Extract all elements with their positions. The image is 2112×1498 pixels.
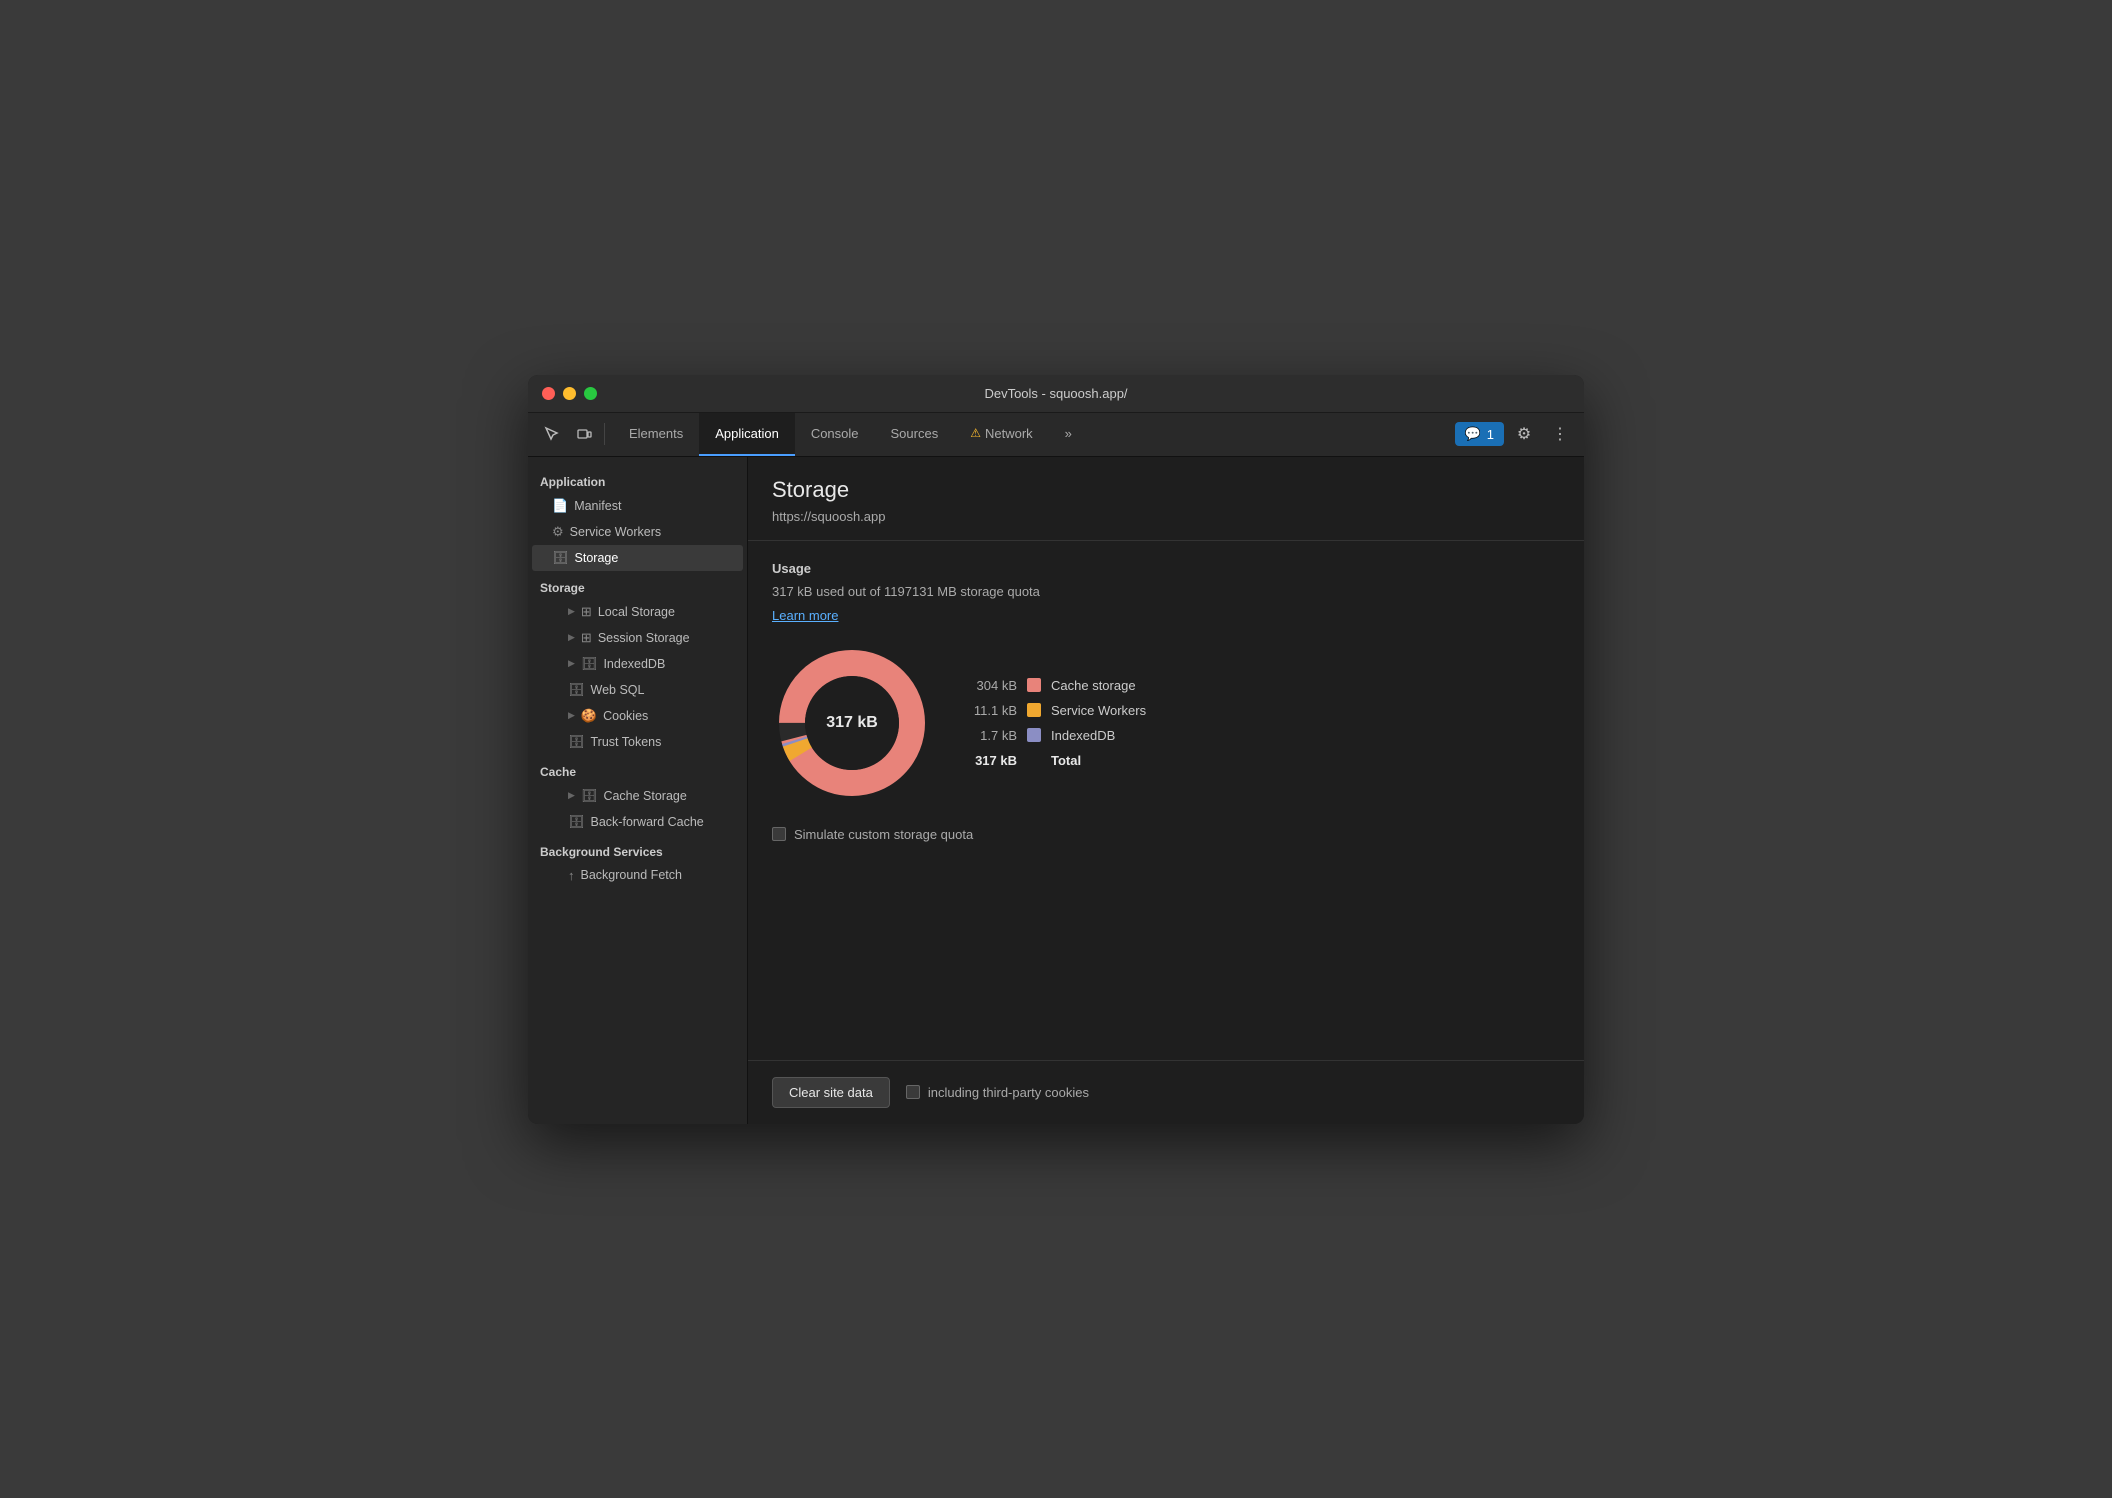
maximize-button[interactable] [584, 387, 597, 400]
simulate-label: Simulate custom storage quota [794, 827, 973, 842]
close-button[interactable] [542, 387, 555, 400]
sidebar-item-cookies[interactable]: ▶ 🍪 Cookies [532, 703, 743, 729]
sidebar-item-backforward-cache[interactable]: 🗄 Back-forward Cache [532, 809, 743, 835]
sidebar-item-storage[interactable]: 🗄 Storage [532, 545, 743, 571]
cache-storage-icon: 🗄 [581, 788, 598, 804]
sidebar: Application 📄 Manifest ⚙ Service Workers… [528, 457, 748, 1124]
cookies-icon: 🍪 [581, 708, 597, 724]
sidebar-item-manifest[interactable]: 📄 Manifest [532, 493, 743, 519]
session-storage-icon: ⊞ [581, 630, 592, 646]
window-controls [542, 387, 597, 400]
total-value: 317 kB [972, 753, 1017, 768]
service-workers-icon: ⚙ [552, 524, 564, 540]
settings-button[interactable]: ⚙ [1508, 418, 1540, 450]
tab-application[interactable]: Application [699, 412, 795, 456]
clear-site-data-button[interactable]: Clear site data [772, 1077, 890, 1108]
tab-console[interactable]: Console [795, 412, 875, 456]
content-body: Usage 317 kB used out of 1197131 MB stor… [748, 541, 1584, 1060]
donut-chart: 317 kB [772, 643, 932, 803]
third-party-row: including third-party cookies [906, 1085, 1089, 1100]
cache-storage-chevron: ▶ [568, 790, 575, 801]
legend-item-indexeddb: 1.7 kB IndexedDB [972, 728, 1146, 743]
third-party-label: including third-party cookies [928, 1085, 1089, 1100]
indexeddb-chevron: ▶ [568, 658, 575, 669]
tab-elements[interactable]: Elements [613, 412, 699, 456]
chat-icon: 💬 [1465, 426, 1481, 442]
sidebar-section-background: Background Services [528, 835, 747, 863]
minimize-button[interactable] [563, 387, 576, 400]
sidebar-item-service-workers[interactable]: ⚙ Service Workers [532, 519, 743, 545]
workers-label: Service Workers [1051, 703, 1146, 718]
tab-sources[interactable]: Sources [875, 412, 955, 456]
workers-color-swatch [1027, 703, 1041, 717]
background-fetch-icon: ↑ [568, 868, 575, 883]
legend-item-total: 317 kB Total [972, 753, 1146, 768]
tab-network[interactable]: ⚠ Network [954, 412, 1048, 456]
content-area: Storage https://squoosh.app Usage 317 kB… [748, 457, 1584, 1124]
trust-tokens-icon: 🗄 [568, 734, 585, 750]
sidebar-item-trust-tokens[interactable]: 🗄 Trust Tokens [532, 729, 743, 755]
cache-color-swatch [1027, 678, 1041, 692]
titlebar: DevTools - squoosh.app/ [528, 375, 1584, 413]
indexeddb-icon: 🗄 [581, 656, 598, 672]
sidebar-item-indexeddb[interactable]: ▶ 🗄 IndexedDB [532, 651, 743, 677]
cache-value: 304 kB [972, 678, 1017, 693]
tab-list: Elements Application Console Sources ⚠ N… [613, 412, 1088, 456]
manifest-icon: 📄 [552, 498, 568, 514]
toolbar: Elements Application Console Sources ⚠ N… [528, 413, 1584, 457]
site-url: https://squoosh.app [772, 509, 1560, 524]
learn-more-link[interactable]: Learn more [772, 608, 838, 623]
notification-button[interactable]: 💬 1 [1455, 422, 1504, 446]
simulate-checkbox[interactable] [772, 827, 786, 841]
local-storage-chevron: ▶ [568, 606, 575, 617]
workers-value: 11.1 kB [972, 703, 1017, 718]
usage-description: 317 kB used out of 1197131 MB storage qu… [772, 584, 1560, 599]
usage-heading: Usage [772, 561, 1560, 576]
sidebar-section-application: Application [528, 465, 747, 493]
toolbar-separator [604, 423, 605, 445]
total-label: Total [1051, 753, 1081, 768]
legend-item-workers: 11.1 kB Service Workers [972, 703, 1146, 718]
content-footer: Clear site data including third-party co… [748, 1060, 1584, 1124]
page-title: Storage [772, 477, 1560, 503]
sidebar-item-websql[interactable]: 🗄 Web SQL [532, 677, 743, 703]
chart-legend: 304 kB Cache storage 11.1 kB Service Wor… [972, 678, 1146, 768]
sidebar-item-cache-storage[interactable]: ▶ 🗄 Cache Storage [532, 783, 743, 809]
sidebar-item-local-storage[interactable]: ▶ ⊞ Local Storage [532, 599, 743, 625]
storage-icon: 🗄 [552, 550, 569, 566]
network-warning-icon: ⚠ [970, 426, 981, 440]
local-storage-icon: ⊞ [581, 604, 592, 620]
main-area: Application 📄 Manifest ⚙ Service Workers… [528, 457, 1584, 1124]
inspect-element-button[interactable] [536, 418, 568, 450]
device-toggle-button[interactable] [568, 418, 600, 450]
sidebar-item-background-fetch[interactable]: ↑ Background Fetch [532, 863, 743, 888]
cookies-chevron: ▶ [568, 710, 575, 721]
backforward-cache-icon: 🗄 [568, 814, 585, 830]
chart-section: 317 kB 304 kB Cache storage 11.1 kB Serv… [772, 643, 1560, 803]
indexeddb-value: 1.7 kB [972, 728, 1017, 743]
legend-item-cache: 304 kB Cache storage [972, 678, 1146, 693]
third-party-checkbox[interactable] [906, 1085, 920, 1099]
indexeddb-color-swatch [1027, 728, 1041, 742]
sidebar-section-storage: Storage [528, 571, 747, 599]
cache-label: Cache storage [1051, 678, 1136, 693]
window-title: DevTools - squoosh.app/ [984, 386, 1127, 401]
toolbar-right: 💬 1 ⚙ ⋮ [1455, 418, 1576, 450]
devtools-window: DevTools - squoosh.app/ Elements Applica… [528, 375, 1584, 1124]
sidebar-item-session-storage[interactable]: ▶ ⊞ Session Storage [532, 625, 743, 651]
tab-more[interactable]: » [1049, 412, 1088, 456]
session-storage-chevron: ▶ [568, 632, 575, 643]
content-header: Storage https://squoosh.app [748, 457, 1584, 541]
indexeddb-label: IndexedDB [1051, 728, 1115, 743]
websql-icon: 🗄 [568, 682, 585, 698]
more-options-button[interactable]: ⋮ [1544, 418, 1576, 450]
simulate-row: Simulate custom storage quota [772, 827, 1560, 842]
sidebar-section-cache: Cache [528, 755, 747, 783]
